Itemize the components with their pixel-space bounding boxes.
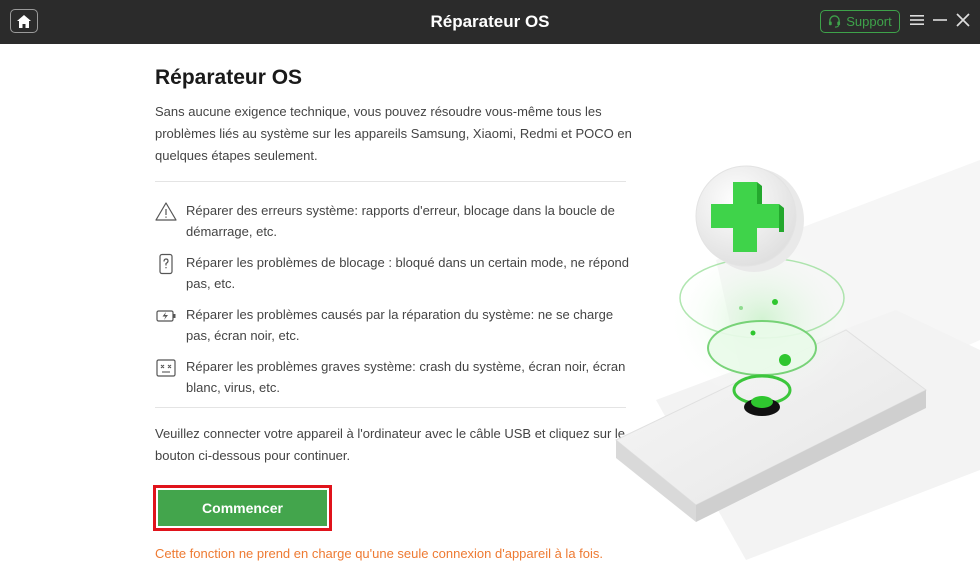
feature-text: Réparer les problèmes graves système: cr… xyxy=(186,359,626,395)
headset-icon xyxy=(829,15,841,28)
close-button[interactable] xyxy=(955,12,971,28)
start-button[interactable]: Commencer xyxy=(158,490,327,526)
feature-text: Réparer des erreurs système: rapports d'… xyxy=(186,203,615,239)
close-icon xyxy=(956,13,970,27)
menu-button[interactable] xyxy=(909,13,925,27)
broken-screen-icon xyxy=(156,359,176,377)
feature-text: Réparer les problèmes de blocage : bloqu… xyxy=(186,255,630,291)
feature-text: Réparer les problèmes causés par la répa… xyxy=(186,307,614,343)
divider xyxy=(155,181,626,182)
title-bar: Réparateur OS Support xyxy=(0,0,980,44)
menu-icon xyxy=(910,15,924,25)
connect-instruction: Veuillez connecter votre appareil à l'or… xyxy=(155,426,626,463)
support-button[interactable]: Support xyxy=(820,10,900,33)
phone-question-icon xyxy=(159,253,173,275)
support-label: Support xyxy=(846,14,892,29)
battery-charge-icon xyxy=(156,310,176,322)
minimize-icon xyxy=(933,19,947,21)
warning-icon xyxy=(155,202,177,221)
page-title: Réparateur OS xyxy=(155,66,303,89)
page-description: Sans aucune exigence technique, vous pou… xyxy=(155,104,632,163)
single-device-notice: Cette fonction ne prend en charge qu'une… xyxy=(155,546,603,561)
minimize-button[interactable] xyxy=(932,13,948,27)
divider xyxy=(155,407,626,408)
repair-illustration xyxy=(615,160,980,560)
